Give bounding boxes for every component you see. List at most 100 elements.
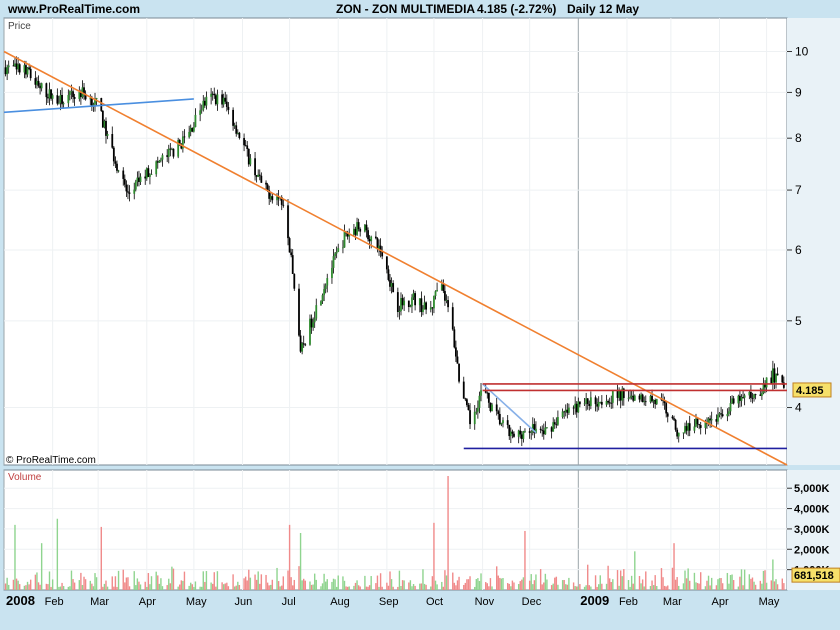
candle-body xyxy=(594,397,597,405)
volume-tick-label: 2,000K xyxy=(794,544,830,556)
candle-body xyxy=(632,395,635,401)
volume-bar xyxy=(489,578,492,590)
volume-bar xyxy=(138,581,140,590)
candle-body xyxy=(616,390,619,398)
volume-bar xyxy=(255,579,258,590)
volume-bar xyxy=(59,586,62,590)
volume-bar xyxy=(222,584,225,590)
volume-bar xyxy=(499,577,501,590)
candle-body xyxy=(396,292,399,312)
volume-bar xyxy=(554,577,556,590)
volume-bar xyxy=(364,575,366,590)
volume-bar xyxy=(561,580,564,590)
volume-bar xyxy=(605,583,608,590)
volume-bar xyxy=(376,575,379,590)
volume-bar xyxy=(630,575,633,590)
x-tick-label: Oct xyxy=(426,596,443,608)
candle-body xyxy=(563,411,566,413)
candle-body xyxy=(122,170,125,179)
volume-bar xyxy=(179,584,181,590)
candle-body xyxy=(200,109,203,111)
candle-body xyxy=(332,256,335,268)
volume-bar xyxy=(193,586,195,590)
volume-bar xyxy=(403,580,405,590)
candle-body xyxy=(776,373,779,376)
candle-body xyxy=(742,397,744,398)
candle-body xyxy=(674,419,677,430)
candle-body xyxy=(519,430,522,435)
volume-bar xyxy=(535,574,537,590)
volume-bar xyxy=(83,576,85,590)
candle-body xyxy=(629,397,631,398)
volume-bar xyxy=(704,586,707,590)
volume-bar xyxy=(28,584,30,590)
candle-body xyxy=(550,427,553,432)
candle-body xyxy=(718,413,721,415)
volume-tick-label: 3,000K xyxy=(794,524,830,536)
candle-body xyxy=(462,381,465,399)
candle-body xyxy=(411,297,413,307)
volume-bar xyxy=(699,572,702,590)
candle-body xyxy=(205,96,208,106)
candle-body xyxy=(508,424,511,437)
volume-bar xyxy=(204,581,206,590)
candle-body xyxy=(728,411,730,414)
volume-bar xyxy=(397,586,399,590)
volume-bar xyxy=(243,578,245,590)
y-tick-label: 4 xyxy=(795,401,802,415)
volume-bar xyxy=(687,568,689,590)
candle-body xyxy=(225,101,228,107)
volume-bar xyxy=(522,577,525,590)
volume-bar xyxy=(386,582,388,590)
candle-body xyxy=(513,433,515,437)
candle-body xyxy=(649,395,652,402)
volume-bar xyxy=(50,586,52,590)
volume-bar xyxy=(718,578,721,590)
volume-bar xyxy=(689,580,691,590)
candle-body xyxy=(409,306,412,308)
candle-body xyxy=(420,298,423,312)
candle-body xyxy=(160,159,162,161)
candle-body xyxy=(337,248,340,252)
volume-bar xyxy=(444,570,446,590)
volume-bar xyxy=(455,585,457,590)
candle-body xyxy=(213,93,216,96)
candle-body xyxy=(134,181,137,190)
volume-tick-label: 4,000K xyxy=(794,504,830,516)
volume-bar xyxy=(649,586,652,590)
volume-bar xyxy=(528,580,531,590)
candle-body xyxy=(69,91,71,95)
candle-body xyxy=(740,397,743,401)
volume-bar xyxy=(353,585,355,590)
candle-body xyxy=(365,224,368,231)
volume-bar xyxy=(392,586,394,590)
candle-body xyxy=(116,163,118,171)
candle-body xyxy=(304,344,307,346)
candle-body xyxy=(100,98,103,111)
volume-bar xyxy=(729,574,732,590)
volume-bar xyxy=(477,578,479,590)
candle-body xyxy=(467,405,470,411)
volume-bar xyxy=(367,586,369,590)
candle-body xyxy=(211,93,214,95)
candle-body xyxy=(630,395,633,398)
candle-body xyxy=(302,343,305,345)
volume-bar xyxy=(56,518,59,590)
volume-bar xyxy=(292,585,294,590)
candle-body xyxy=(693,426,696,431)
volume-bar xyxy=(762,570,765,590)
volume-bar xyxy=(491,586,493,590)
volume-bar xyxy=(26,581,29,590)
candle-body xyxy=(145,168,148,179)
candle-body xyxy=(423,302,426,310)
volume-bar xyxy=(546,579,548,590)
volume-bar xyxy=(563,579,565,590)
volume-bar xyxy=(298,566,300,590)
candle-body xyxy=(401,298,404,306)
volume-bar xyxy=(257,571,259,590)
candle-body xyxy=(323,289,326,296)
candle-body xyxy=(431,307,434,309)
candle-body xyxy=(202,100,205,110)
candle-body xyxy=(671,416,674,419)
volume-bar xyxy=(632,583,634,590)
